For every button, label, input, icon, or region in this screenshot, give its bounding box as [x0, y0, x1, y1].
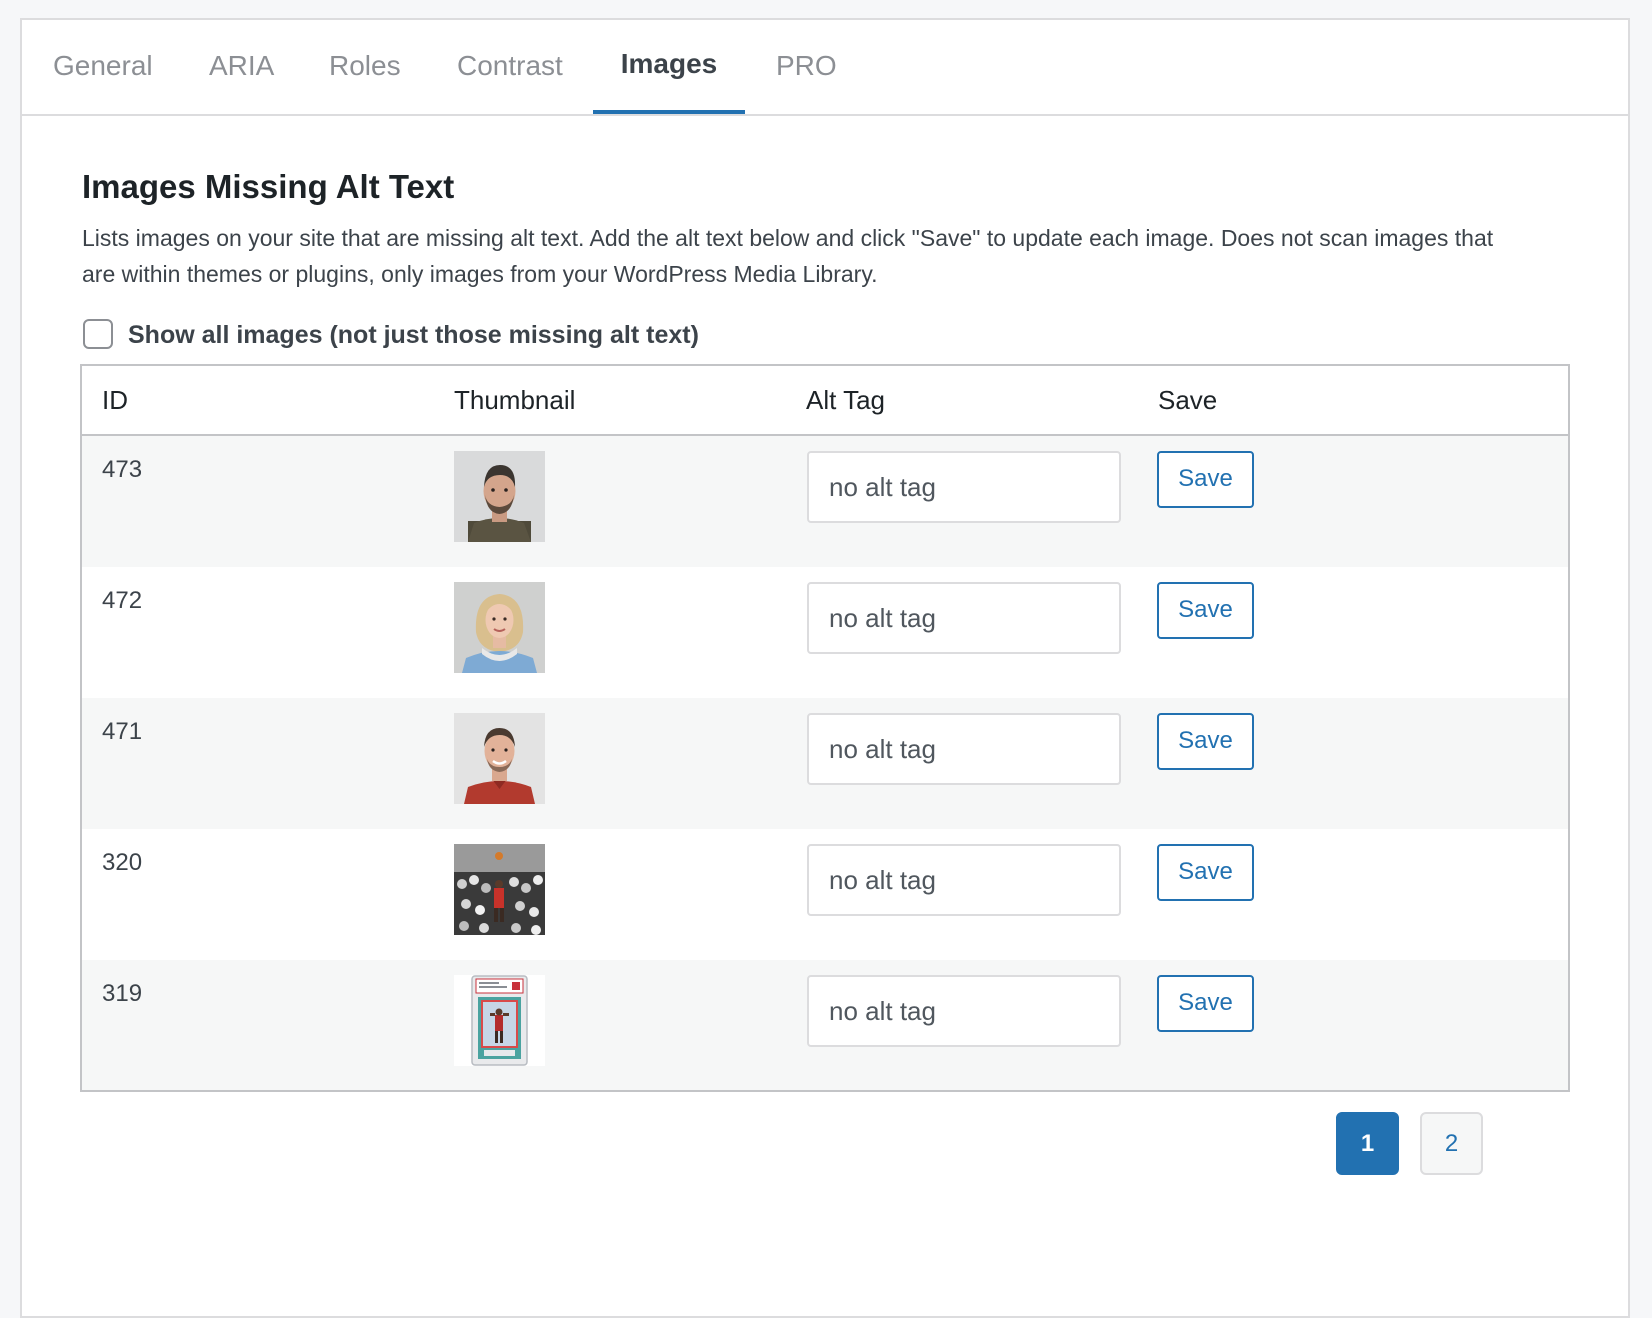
show-all-images-checkbox[interactable] [83, 319, 113, 349]
save-button[interactable]: Save [1157, 844, 1254, 901]
save-button[interactable]: Save [1157, 713, 1254, 770]
table-row: 320 no alt tag Save [82, 829, 1568, 960]
section-title: Images Missing Alt Text [82, 168, 455, 205]
alt-tag-input[interactable] [807, 844, 1121, 916]
column-header-alt-tag: Alt Tag [806, 385, 886, 415]
alt-tag-input[interactable] [807, 975, 1121, 1047]
table-row: 472 Save [82, 567, 1568, 698]
tab-roles[interactable]: Roles [329, 20, 401, 114]
tab-bar: General ARIA Roles Contrast Images PRO [22, 20, 1628, 116]
section-description: Lists images on your site that are missi… [82, 225, 1494, 287]
image-id: 472 [102, 587, 143, 614]
tab-aria[interactable]: ARIA [209, 20, 274, 114]
column-header-save: Save [1158, 385, 1218, 415]
thumbnail-image [454, 844, 545, 935]
table-header: ID Thumbnail Alt Tag Save [82, 366, 1568, 436]
pagination-page-next[interactable]: 2 [1420, 1112, 1483, 1175]
table-row: 471 Save [82, 698, 1568, 829]
alt-tag-input[interactable] [807, 451, 1121, 523]
thumbnail-image [454, 975, 545, 1066]
alt-tag-input[interactable] [807, 582, 1121, 654]
image-id: 320 [102, 849, 143, 876]
tab-images[interactable]: Images [593, 20, 745, 114]
save-button[interactable]: Save [1157, 975, 1254, 1032]
thumbnail-image [454, 713, 545, 804]
tab-contrast[interactable]: Contrast [457, 20, 563, 114]
pagination-page-current[interactable]: 1 [1336, 1112, 1399, 1175]
column-header-id: ID [102, 385, 128, 415]
tab-general[interactable]: General [53, 20, 153, 114]
table-row: 319 no alt tag Save [82, 960, 1568, 1090]
tab-pro[interactable]: PRO [776, 20, 837, 114]
show-all-images-label[interactable]: Show all images (not just those missing … [128, 320, 699, 350]
settings-panel: General ARIA Roles Contrast Images PRO I… [20, 18, 1630, 1318]
thumbnail-image [454, 451, 545, 542]
save-button[interactable]: Save [1157, 451, 1254, 508]
images-table: ID Thumbnail Alt Tag Save 473 no alt tag… [80, 364, 1570, 1092]
save-button[interactable]: Save [1157, 582, 1254, 639]
alt-tag-input[interactable] [807, 713, 1121, 785]
thumbnail-image [454, 582, 545, 673]
column-header-thumbnail: Thumbnail [454, 385, 576, 415]
image-id: 471 [102, 718, 143, 745]
image-id: 473 [102, 456, 143, 483]
image-id: 319 [102, 980, 143, 1007]
table-row: 473 Save [82, 436, 1568, 567]
